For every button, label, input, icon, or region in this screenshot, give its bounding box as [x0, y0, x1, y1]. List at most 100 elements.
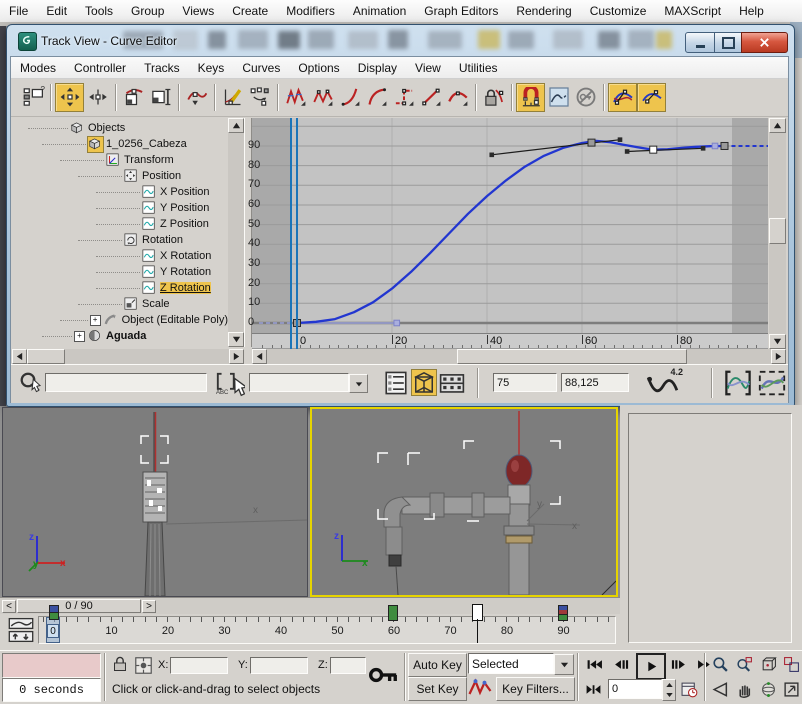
- play-button[interactable]: [636, 653, 666, 680]
- graph-scroll-thumb[interactable]: [769, 218, 786, 244]
- snap-frames-button[interactable]: [516, 83, 545, 112]
- default-in-out-tangents-button[interactable]: [468, 677, 492, 699]
- viewport-front[interactable]: z y x x: [2, 407, 308, 597]
- set-tangents-fast-button[interactable]: [336, 84, 363, 111]
- set-tangents-linear-button[interactable]: [417, 84, 444, 111]
- graph-scroll-up-button[interactable]: [769, 118, 786, 133]
- selection-set-dropdown[interactable]: Selected: [468, 653, 554, 674]
- trackview-menu-display[interactable]: Display: [349, 58, 406, 78]
- graph-hscroll-right-button[interactable]: [771, 349, 786, 364]
- absolute-offset-toggle[interactable]: [134, 656, 153, 675]
- tree-row[interactable]: Z Position: [12, 216, 228, 232]
- trackbar-ruler[interactable]: 1020304050607080900: [38, 616, 616, 644]
- close-button[interactable]: [741, 32, 788, 53]
- add-keys-button[interactable]: [183, 84, 210, 111]
- tree-row[interactable]: Objects: [12, 120, 228, 136]
- frame-spinner[interactable]: [662, 679, 676, 701]
- field-of-view-button[interactable]: [710, 679, 731, 700]
- menu-animation[interactable]: Animation: [344, 0, 415, 22]
- tree-expand-box[interactable]: +: [74, 331, 85, 342]
- key-stats-list-button[interactable]: [383, 369, 409, 396]
- dope-sheet-button[interactable]: [439, 369, 465, 396]
- trackview-menu-controller[interactable]: Controller: [65, 58, 135, 78]
- show-all-tangents-button[interactable]: [608, 83, 637, 112]
- graph-hscroll-thumb[interactable]: [457, 349, 687, 364]
- tree-row[interactable]: +Aguada: [12, 328, 228, 344]
- menu-group[interactable]: Group: [122, 0, 173, 22]
- set-tangents-custom-button[interactable]: [309, 84, 336, 111]
- set-key-button[interactable]: Set Key: [408, 677, 467, 701]
- tree-vertical-scrollbar[interactable]: [228, 118, 244, 347]
- tree-graph-splitter[interactable]: [244, 118, 252, 347]
- tree-row[interactable]: X Rotation: [12, 248, 228, 264]
- menu-modifiers[interactable]: Modifiers: [277, 0, 344, 22]
- current-frame-field[interactable]: 0: [608, 679, 662, 699]
- set-tangents-auto-button[interactable]: [282, 84, 309, 111]
- set-tangents-smooth-button[interactable]: [444, 84, 471, 111]
- time-slider-thumb[interactable]: 0 / 90: [17, 599, 141, 613]
- zoom-horizontal-extents-button[interactable]: [723, 369, 753, 397]
- menu-maxscript[interactable]: MAXScript: [655, 0, 730, 22]
- set-tangents-step-button[interactable]: [390, 84, 417, 111]
- show-selected-curves-button[interactable]: [411, 369, 437, 396]
- reduce-keys-button[interactable]: [246, 84, 273, 111]
- graph-hscroll-left-button[interactable]: [252, 349, 267, 364]
- previous-frame-button[interactable]: [609, 654, 633, 675]
- maxscript-mini-listener[interactable]: [2, 653, 101, 678]
- zoom-select-button[interactable]: [19, 371, 43, 395]
- move-keys-button[interactable]: [55, 83, 84, 112]
- key-time-field[interactable]: 75: [493, 373, 557, 392]
- track-set-input[interactable]: [45, 373, 207, 392]
- trackview-menu-options[interactable]: Options: [289, 58, 348, 78]
- tree-row[interactable]: +Object (Editable Poly): [12, 312, 228, 328]
- tree-row[interactable]: Transform: [12, 152, 228, 168]
- key-mode-toggle-button[interactable]: [582, 679, 604, 699]
- y-coord-field[interactable]: [250, 657, 308, 674]
- time-configuration-button[interactable]: [678, 679, 700, 699]
- tree-row[interactable]: Z Rotation: [12, 280, 228, 296]
- current-time-indicator[interactable]: [290, 118, 292, 349]
- go-to-start-button[interactable]: [582, 654, 606, 675]
- trackbar-key[interactable]: [49, 612, 59, 620]
- graph-scroll-down-button[interactable]: [769, 334, 786, 349]
- menu-help[interactable]: Help: [730, 0, 773, 22]
- tree-hscroll-thumb[interactable]: [27, 349, 65, 364]
- tree-row[interactable]: Y Rotation: [12, 264, 228, 280]
- menu-graph-editors[interactable]: Graph Editors: [415, 0, 507, 22]
- time-slider-next-button[interactable]: >: [142, 600, 156, 613]
- trackview-menu-curves[interactable]: Curves: [233, 58, 289, 78]
- menu-file[interactable]: File: [0, 0, 37, 22]
- lock-tangents-button[interactable]: [480, 84, 507, 111]
- track-bar[interactable]: 1020304050607080900: [0, 614, 620, 650]
- filter-keys-button[interactable]: ?: [19, 84, 46, 111]
- show-tangents-button[interactable]: [637, 83, 666, 112]
- menu-edit[interactable]: Edit: [37, 0, 76, 22]
- tree-row[interactable]: Scale: [12, 296, 228, 312]
- tree-row[interactable]: Y Position: [12, 200, 228, 216]
- trackbar-key[interactable]: [388, 605, 398, 621]
- next-frame-button[interactable]: [666, 654, 690, 675]
- selection-dropdown[interactable]: [249, 373, 349, 392]
- pan-button[interactable]: [734, 679, 755, 700]
- zoom-value-extents-button[interactable]: [757, 369, 787, 397]
- trackbar-key-selected[interactable]: [472, 604, 483, 621]
- tree-hscroll-left-button[interactable]: [12, 349, 27, 364]
- menu-rendering[interactable]: Rendering: [507, 0, 580, 22]
- zoom-all-button[interactable]: [734, 654, 755, 675]
- trackview-menu-view[interactable]: View: [406, 58, 450, 78]
- graph-horizontal-scrollbar[interactable]: [252, 349, 786, 364]
- curve-graph-area[interactable]: [252, 118, 768, 333]
- minimize-button[interactable]: [685, 32, 716, 53]
- tree-scroll-down-button[interactable]: [228, 332, 244, 347]
- key-filters-button[interactable]: Key Filters...: [496, 677, 575, 701]
- time-slider-prev-button[interactable]: <: [2, 600, 16, 613]
- track-set-editor-button[interactable]: ABC: [215, 370, 245, 396]
- menu-create[interactable]: Create: [223, 0, 277, 22]
- menu-tools[interactable]: Tools: [76, 0, 122, 22]
- graph-vertical-scrollbar[interactable]: [769, 118, 786, 349]
- zoom-extents-all-button[interactable]: [781, 654, 802, 675]
- disable-keys-button[interactable]: [572, 84, 599, 111]
- z-coord-field[interactable]: [330, 657, 366, 674]
- selection-set-dropdown-button[interactable]: [554, 654, 574, 675]
- trackbar-key[interactable]: [558, 614, 568, 621]
